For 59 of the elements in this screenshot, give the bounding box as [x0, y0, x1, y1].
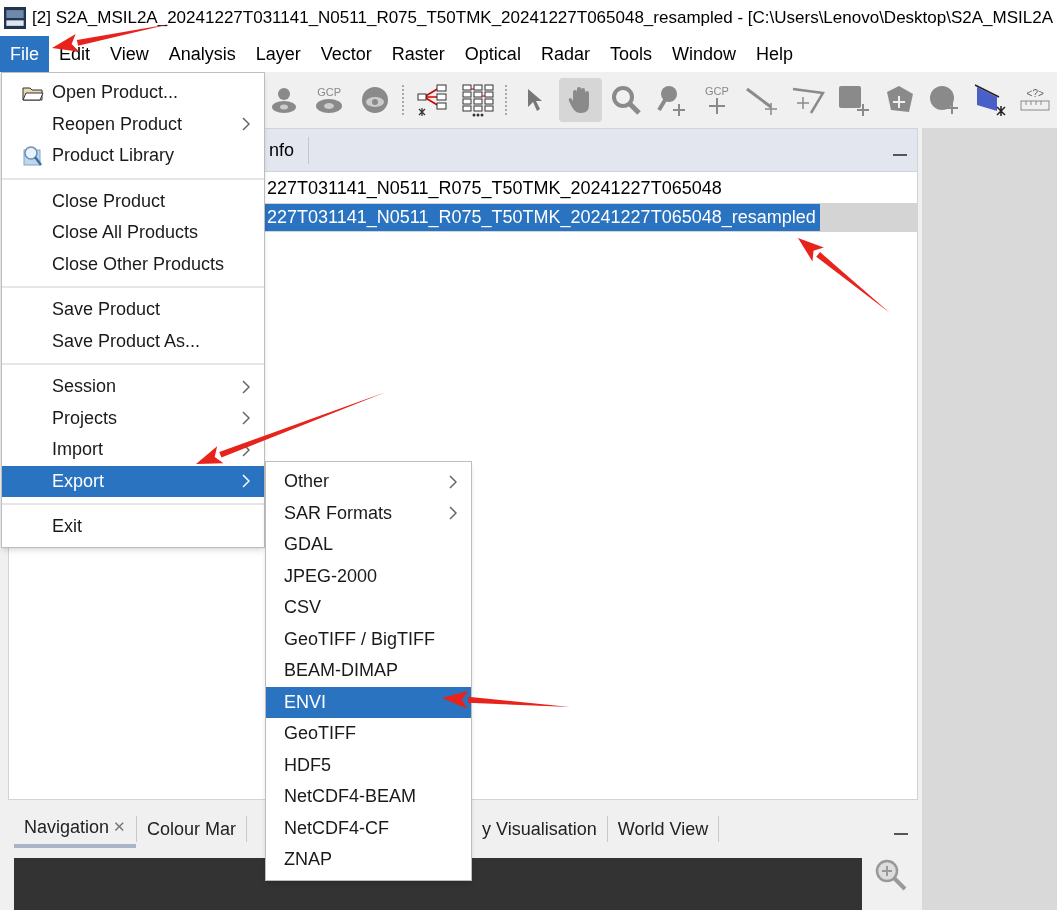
- menu-item[interactable]: Projects: [2, 402, 264, 434]
- library-icon: [22, 144, 44, 167]
- panel-tab[interactable]: Navigation ✕: [14, 810, 137, 848]
- zoom-in-icon[interactable]: [874, 858, 908, 892]
- node-grid-icon: [459, 83, 496, 117]
- panel-tab[interactable]: y Visualisation: [472, 810, 607, 848]
- selection-icon: [972, 83, 1007, 117]
- menu-item[interactable]: Reopen Product: [2, 108, 264, 140]
- toolbar-separator: [402, 85, 405, 115]
- menu-item[interactable]: Close Other Products: [2, 248, 264, 280]
- menu-item[interactable]: SAR Formats: [266, 497, 471, 529]
- menu-item[interactable]: GeoTIFF: [266, 718, 471, 750]
- menu-item[interactable]: Save Product As...: [2, 325, 264, 357]
- menu-item[interactable]: BEAM-DIMAP: [266, 655, 471, 687]
- panel-tab[interactable]: nfo: [269, 136, 310, 164]
- menu-bar-item[interactable]: View: [100, 36, 159, 72]
- menu-item[interactable]: Import: [2, 434, 264, 466]
- menu-bar-item[interactable]: Tools: [599, 36, 662, 72]
- menu-bar-item[interactable]: Radar: [530, 36, 600, 72]
- menu-item[interactable]: Save Product: [2, 294, 264, 326]
- pin-plus-icon: [655, 84, 688, 116]
- menu-bar-item[interactable]: Vector: [310, 36, 382, 72]
- menu-bar-item[interactable]: Optical: [454, 36, 531, 72]
- menu-item[interactable]: JPEG-2000: [266, 560, 471, 592]
- node-tree-icon: [415, 83, 450, 117]
- app-logo-icon: [4, 4, 26, 32]
- menu-bar-item[interactable]: Layer: [245, 36, 311, 72]
- menu-item[interactable]: NetCDF4-CF: [266, 812, 471, 844]
- menu-item[interactable]: GDAL: [266, 529, 471, 561]
- square-plus-icon: [837, 84, 870, 116]
- menu-item[interactable]: Open Product...: [2, 77, 264, 109]
- menu-bar-item[interactable]: Analysis: [158, 36, 246, 72]
- line-plus-icon: [745, 85, 780, 115]
- panel-tab[interactable]: Colour Mar: [137, 810, 247, 848]
- menu-item[interactable]: Exit: [2, 511, 264, 543]
- circle-plus-icon: [928, 84, 961, 116]
- menu-item[interactable]: HDF5: [266, 749, 471, 781]
- menu-item[interactable]: Session: [2, 371, 264, 403]
- magnifier-icon: [611, 85, 641, 115]
- menu-item[interactable]: ENVI: [266, 686, 471, 718]
- menu-item[interactable]: GeoTIFF / BigTIFF: [266, 623, 471, 655]
- close-icon[interactable]: ✕: [113, 815, 127, 839]
- menu-bar-item[interactable]: File: [0, 36, 49, 72]
- menu-bar-item[interactable]: Window: [661, 36, 746, 72]
- menu-item[interactable]: Product Library: [2, 140, 264, 172]
- menu-item[interactable]: ZNAP: [266, 844, 471, 876]
- toolbar-separator: [505, 85, 508, 115]
- menu-bar-item[interactable]: Help: [746, 36, 803, 72]
- window-title: [2] S2A_MSIL2A_20241227T031141_N0511_R075_T50TMK_20241227T065048_resampled - [C:\Users\Lenovo\Desktop\S2A_MSIL2A: [32, 7, 1053, 30]
- panel-tab[interactable]: World View: [607, 810, 719, 848]
- menu-item[interactable]: Export: [2, 465, 264, 497]
- menu-item[interactable]: CSV: [266, 592, 471, 624]
- menu-item[interactable]: Other: [266, 466, 471, 498]
- toolbar-button[interactable]: <?>: [1013, 78, 1057, 122]
- folder-icon: [22, 84, 44, 101]
- menu-bar-item[interactable]: Raster: [381, 36, 455, 72]
- polyline-plus-icon: [790, 85, 825, 115]
- menu-item[interactable]: NetCDF4-BEAM: [266, 781, 471, 813]
- eyeball-icon: [359, 85, 390, 115]
